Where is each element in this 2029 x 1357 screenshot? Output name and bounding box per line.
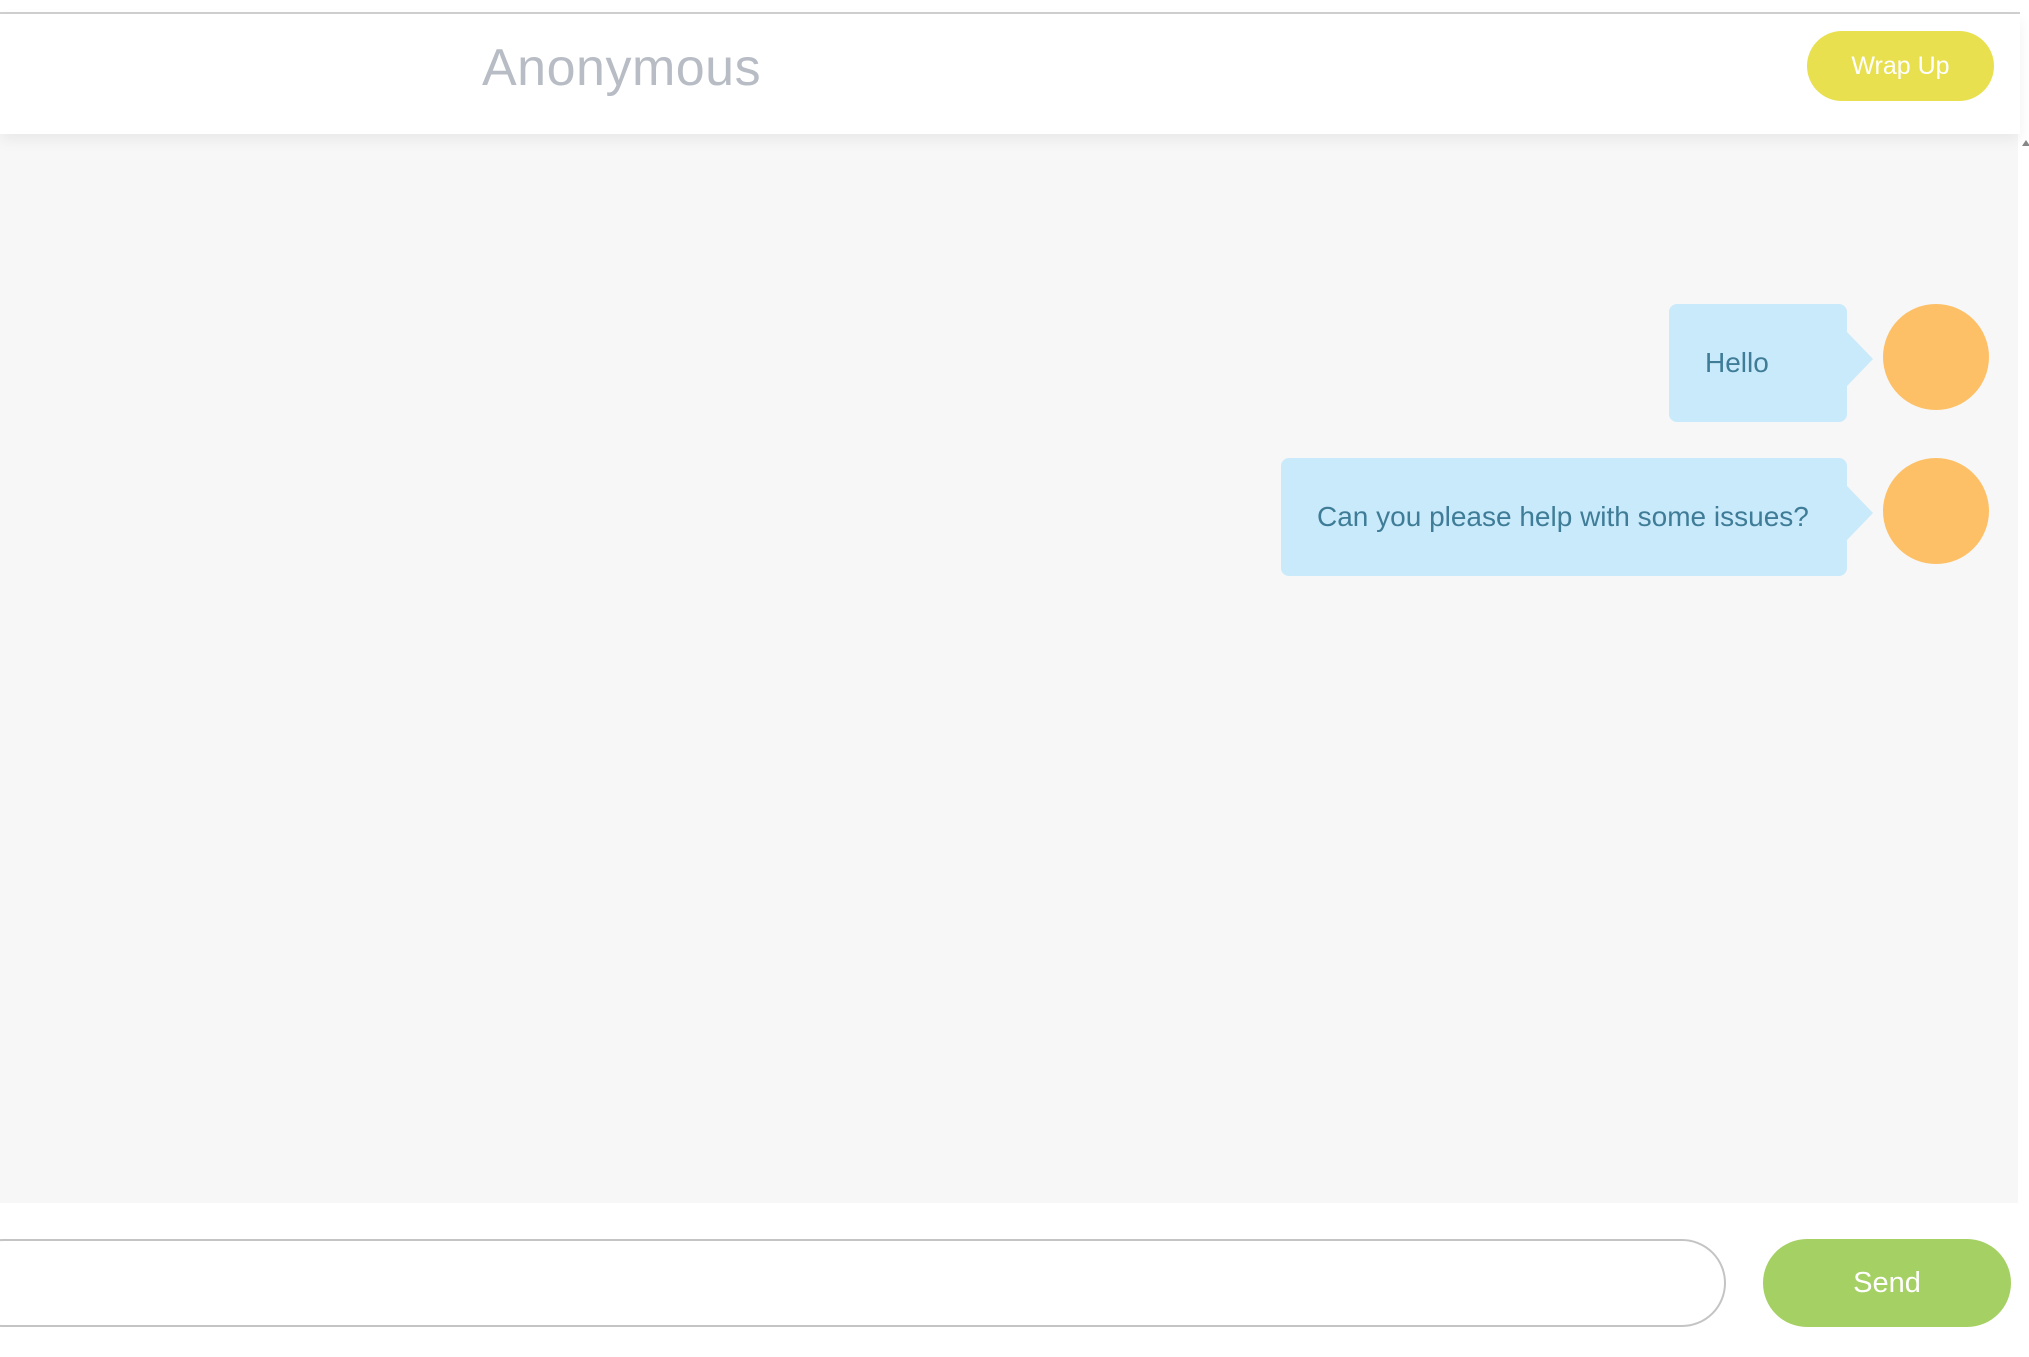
page-title: Anonymous (482, 39, 762, 97)
message-composer: Send (0, 1203, 2029, 1357)
message-bubble: Can you please help with some issues? (1281, 458, 1873, 576)
message-list[interactable]: Hello Can you please help with some issu… (0, 134, 2018, 1203)
avatar (1883, 458, 1989, 564)
message-text: Can you please help with some issues? (1317, 501, 1809, 532)
chat-window: Anonymous Wrap Up Hello Can you please h… (0, 0, 2029, 1357)
message-bubble: Hello (1669, 304, 1873, 422)
scroll-up-arrow-icon[interactable] (2022, 140, 2029, 146)
message-input[interactable] (0, 1239, 1726, 1327)
chat-header: Anonymous Wrap Up (0, 14, 2020, 134)
list-item: Hello (1669, 304, 1989, 422)
message-text: Hello (1705, 347, 1769, 378)
send-button[interactable]: Send (1763, 1239, 2011, 1327)
scrollbar[interactable] (2018, 134, 2029, 1203)
avatar (1883, 304, 1989, 410)
list-item: Can you please help with some issues? (1281, 458, 1989, 576)
wrap-up-button[interactable]: Wrap Up (1807, 31, 1994, 101)
